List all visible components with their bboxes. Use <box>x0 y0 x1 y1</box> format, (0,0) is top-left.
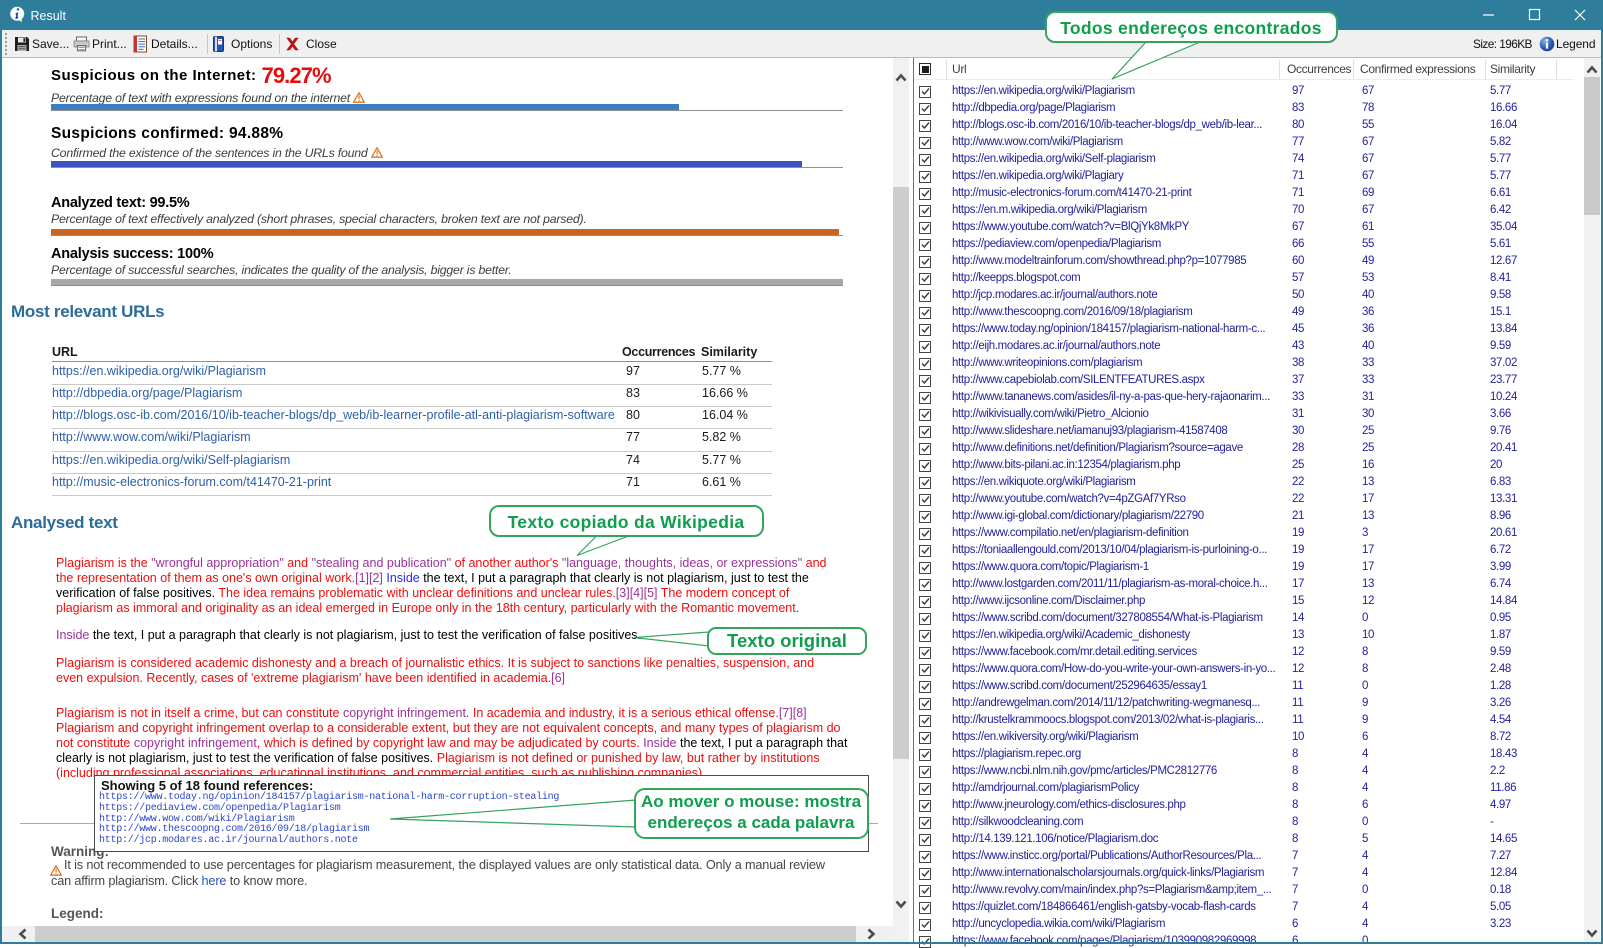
svg-text:Texto copiado da Wikipedia: Texto copiado da Wikipedia <box>508 512 745 532</box>
svg-text:endereços a cada palavra: endereços a cada palavra <box>648 813 856 832</box>
svg-text:Texto original: Texto original <box>727 630 847 651</box>
svg-text:Ao mover o mouse: mostra: Ao mover o mouse: mostra <box>641 792 862 811</box>
svg-text:Todos endereços encontrados: Todos endereços encontrados <box>1060 18 1322 38</box>
